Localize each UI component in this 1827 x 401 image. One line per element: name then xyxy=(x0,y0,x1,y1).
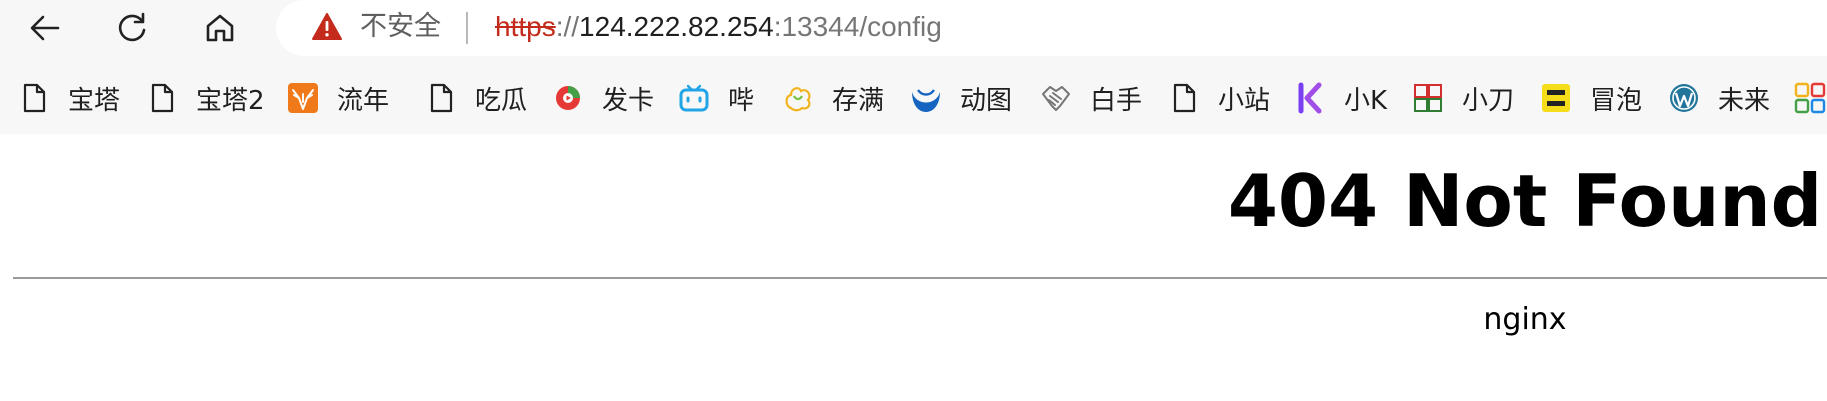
arrow-left-icon xyxy=(30,15,60,41)
home-button[interactable] xyxy=(198,6,242,50)
bookmark-baishou[interactable]: 白手 xyxy=(1040,72,1142,124)
page-content: 404 Not Found nginx xyxy=(0,134,1827,401)
bookmark-xiaodao[interactable]: 小刀 xyxy=(1412,72,1514,124)
back-button[interactable] xyxy=(23,6,67,50)
page-icon xyxy=(18,82,50,114)
page-icon xyxy=(146,82,178,114)
bookmark-label: 哔 xyxy=(728,85,755,116)
page-icon xyxy=(425,82,457,114)
address-bar[interactable]: 不安全 https://124.222.82.254:13344/config xyxy=(276,0,1827,56)
play-circle-icon xyxy=(552,82,584,114)
bookmark-liunian[interactable]: 流年 xyxy=(287,72,389,124)
bookmark-bili[interactable]: 哔 xyxy=(678,72,754,124)
bookmark-baota2[interactable]: 宝塔2 xyxy=(146,72,265,124)
url-path: :13344/config xyxy=(773,11,942,42)
browser-toolbar: 不安全 https://124.222.82.254:13344/config xyxy=(0,0,1827,56)
bookmark-label: 宝塔2 xyxy=(196,85,265,116)
bookmark-label: 冒泡 xyxy=(1590,85,1643,116)
xiaodao-logo-icon xyxy=(1412,82,1444,114)
bookmark-apps[interactable] xyxy=(1794,72,1827,124)
bookmark-xiaozhan[interactable]: 小站 xyxy=(1168,72,1270,124)
server-name: nginx xyxy=(1483,302,1567,337)
url-separator: :// xyxy=(555,11,580,42)
bookmark-label: 宝塔 xyxy=(68,85,121,116)
wordpress-icon xyxy=(1668,82,1700,114)
bookmark-weilai[interactable]: 未来 xyxy=(1668,72,1770,124)
handshake-icon xyxy=(1040,82,1072,114)
page-title: 404 Not Found xyxy=(1227,159,1823,243)
home-icon xyxy=(206,14,234,42)
url-scheme: https xyxy=(495,11,556,42)
security-status-label[interactable]: 不安全 xyxy=(360,11,441,43)
browser-chrome: 不安全 https://124.222.82.254:13344/config … xyxy=(0,0,1827,134)
bookmark-chigua[interactable]: 吃瓜 xyxy=(425,72,527,124)
divider xyxy=(13,277,1827,279)
flower-icon xyxy=(782,82,814,114)
bookmark-label: 发卡 xyxy=(602,85,655,116)
bookmark-label: 白手 xyxy=(1090,85,1143,116)
bookmark-faka[interactable]: 发卡 xyxy=(552,72,654,124)
bookmark-dongtu[interactable]: 动图 xyxy=(910,72,1012,124)
bookmark-maopao[interactable]: 冒泡 xyxy=(1540,72,1642,124)
reload-icon xyxy=(118,12,146,42)
bookmark-baota[interactable]: 宝塔 xyxy=(18,72,120,124)
bookmark-label: 小刀 xyxy=(1462,85,1515,116)
maopao-logo-icon xyxy=(1540,82,1572,114)
address-divider xyxy=(466,12,468,44)
wave-icon xyxy=(910,82,942,114)
bookmark-label: 吃瓜 xyxy=(475,85,528,116)
bookmark-label: 小站 xyxy=(1218,85,1271,116)
page-icon xyxy=(1168,82,1200,114)
bookmark-label: 动图 xyxy=(960,85,1013,116)
bilibili-icon xyxy=(678,82,710,114)
reload-button[interactable] xyxy=(110,6,154,50)
warning-icon[interactable] xyxy=(312,13,342,41)
bookmark-label: 未来 xyxy=(1718,85,1771,116)
bookmark-label: 存满 xyxy=(832,85,885,116)
bookmark-xiaok[interactable]: 小K xyxy=(1294,72,1387,124)
bookmarks-bar: 宝塔 宝塔2 流年 吃瓜 发卡 哔 存满 动图 白手 小站 小K 小刀 冒泡 未… xyxy=(0,72,1827,124)
url-host: 124.222.82.254 xyxy=(579,11,774,42)
bookmark-label: 流年 xyxy=(337,85,390,116)
url-text[interactable]: https://124.222.82.254:13344/config xyxy=(495,11,942,43)
bookmark-cunman[interactable]: 存满 xyxy=(782,72,884,124)
apps-grid-icon xyxy=(1794,82,1826,114)
deer-icon xyxy=(287,82,319,114)
k-logo-icon xyxy=(1294,82,1326,114)
bookmark-label: 小K xyxy=(1344,85,1388,116)
